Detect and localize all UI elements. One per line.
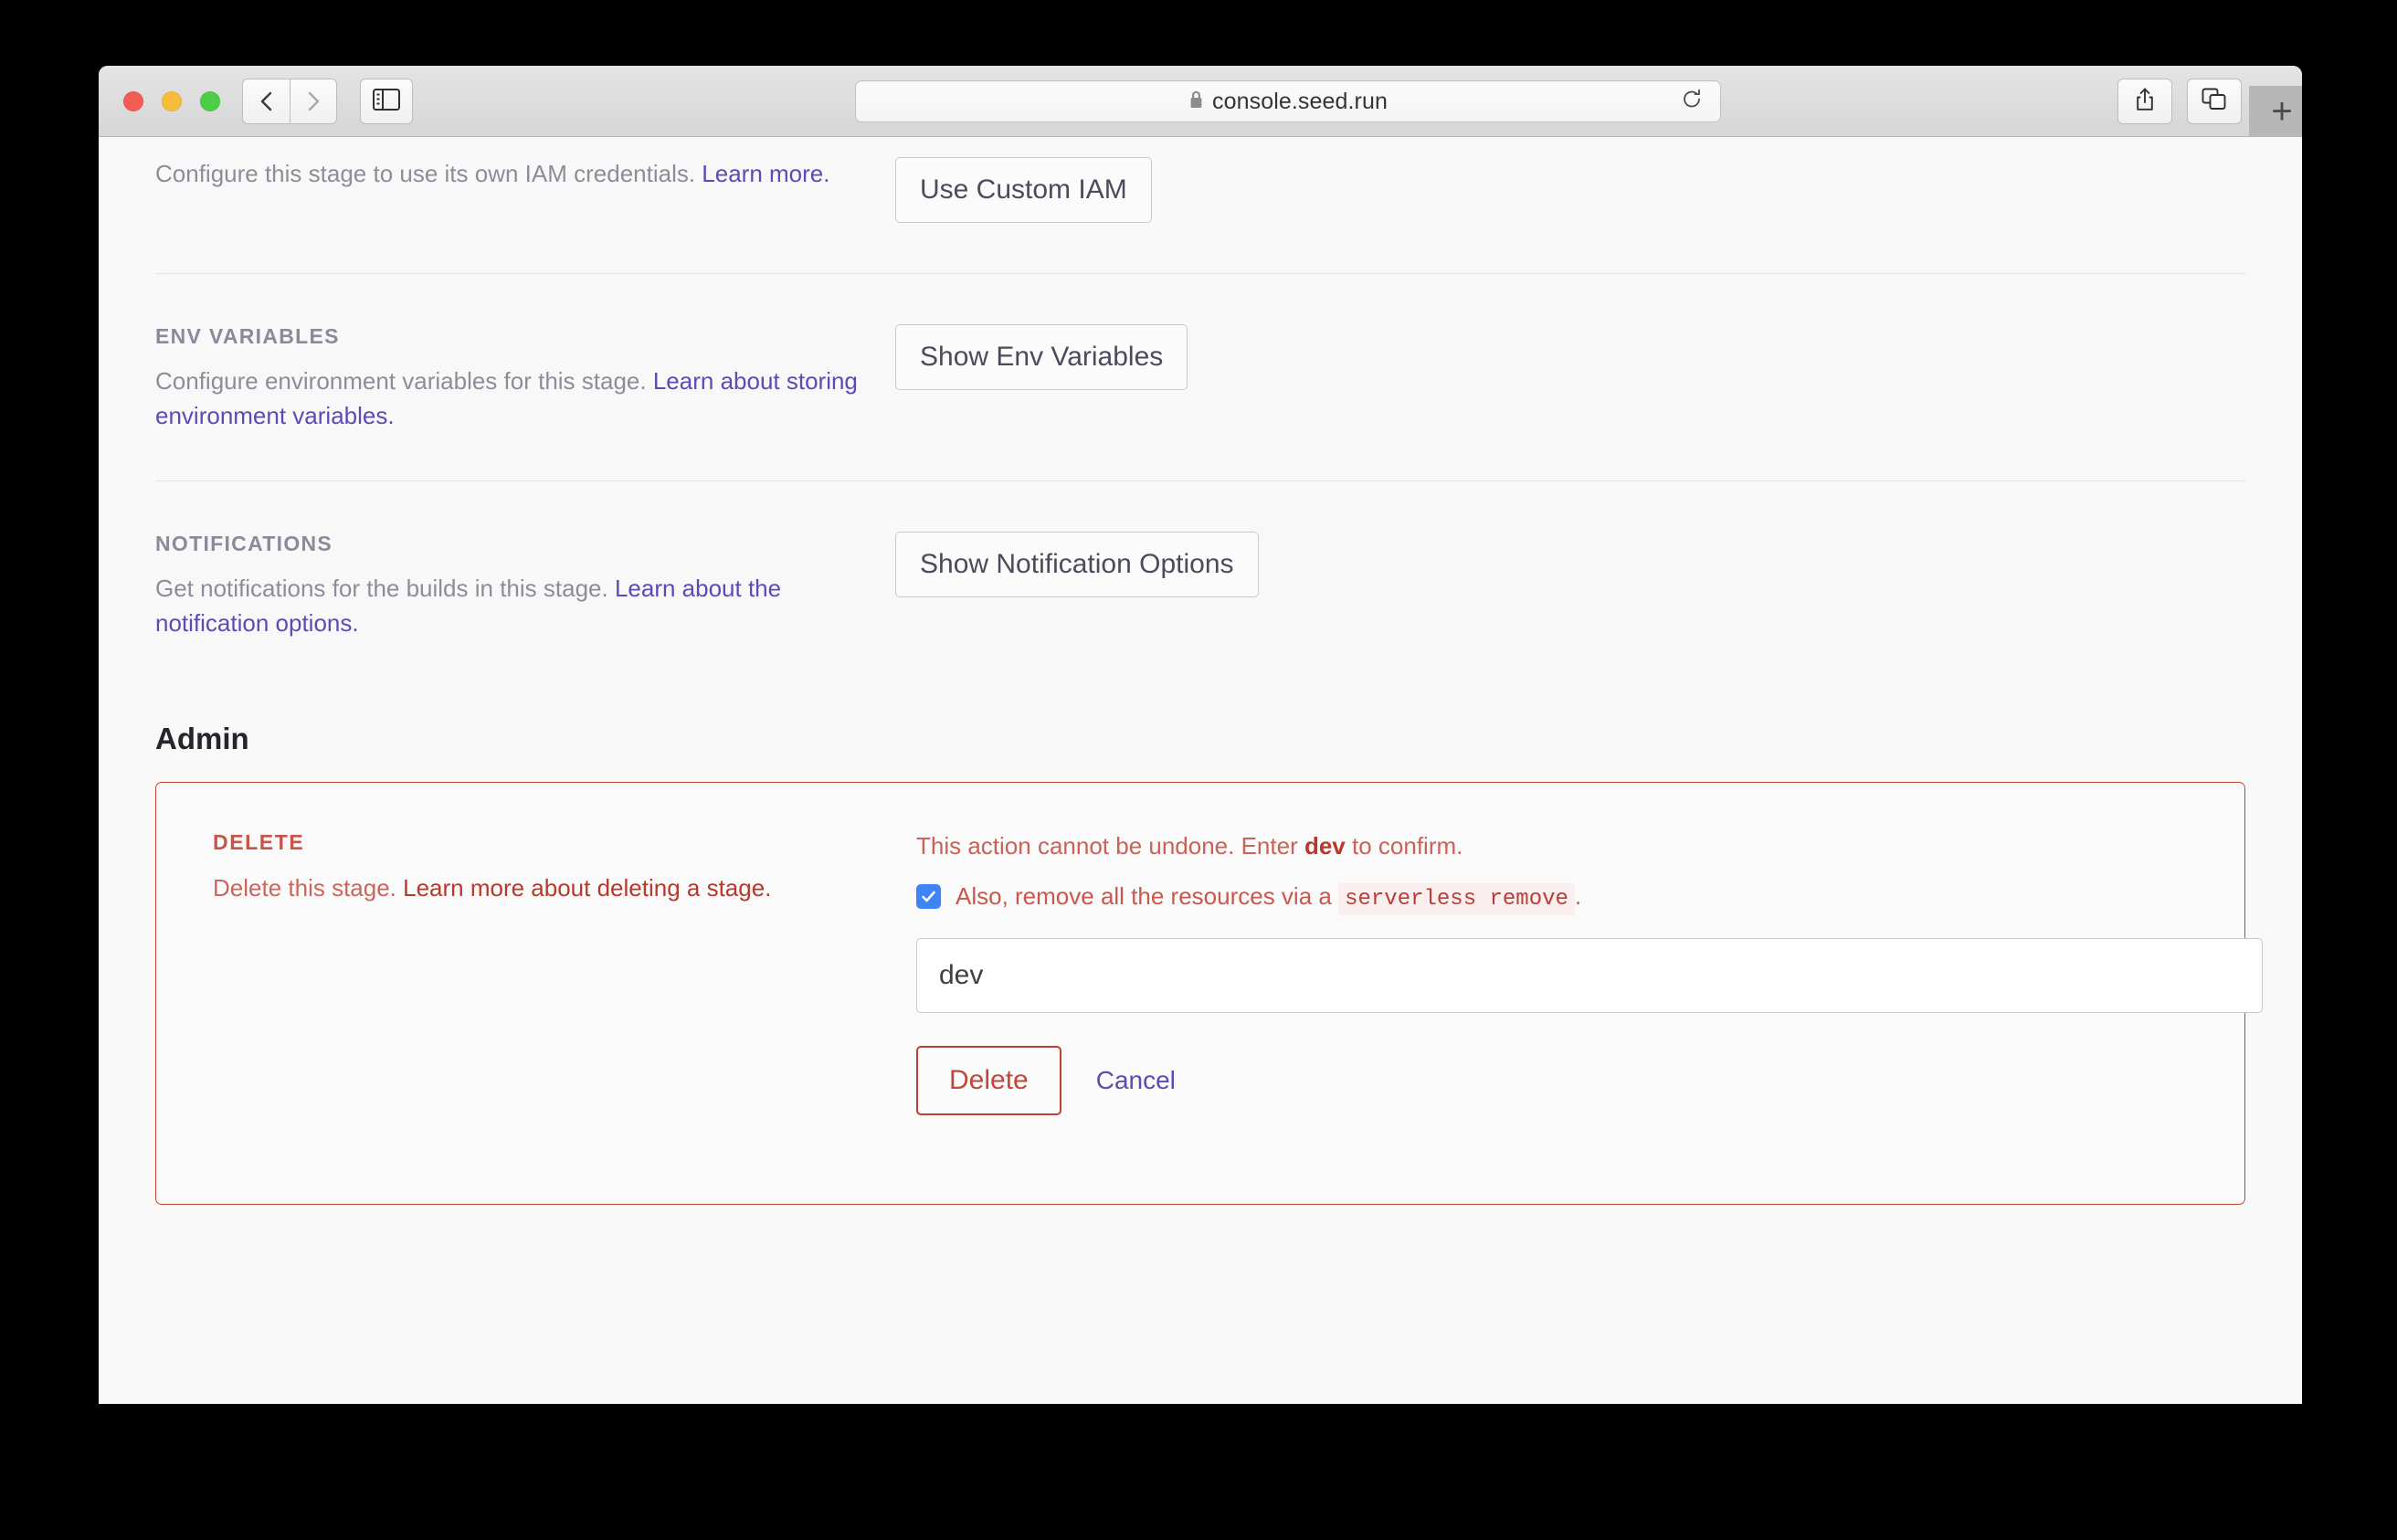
section-iam-learn-more-link[interactable]: Learn more.: [702, 160, 829, 187]
chevron-left-icon: [258, 89, 276, 114]
check-icon: [920, 888, 937, 905]
delete-confirm-message: This action cannot be undone. Enter dev …: [916, 832, 2263, 860]
section-env-text: ENV VARIABLES Configure environment vari…: [155, 324, 895, 433]
settings-page: Configure this stage to use its own IAM …: [99, 137, 2302, 1205]
share-button[interactable]: [2117, 79, 2172, 124]
delete-learn-more-link[interactable]: Learn more about deleting a stage.: [403, 874, 771, 902]
section-notifications-text: NOTIFICATIONS Get notifications for the …: [155, 532, 895, 640]
section-notifications-label: NOTIFICATIONS: [155, 532, 333, 556]
close-window-button[interactable]: [123, 91, 143, 111]
delete-confirm-input[interactable]: [916, 937, 2263, 1013]
show-notification-options-button[interactable]: Show Notification Options: [895, 532, 1259, 598]
section-iam-description: Configure this stage to use its own IAM …: [155, 157, 859, 192]
navigation-buttons: [242, 79, 337, 124]
section-env-description: Configure environment variables for this…: [155, 364, 859, 433]
lock-icon: [1188, 90, 1204, 114]
section-env-variables: ENV VARIABLES Configure environment vari…: [155, 274, 2245, 480]
section-iam-description-text: Configure this stage to use its own IAM …: [155, 160, 702, 187]
delete-stage-panel: DELETE Delete this stage. Learn more abo…: [155, 781, 2263, 1205]
window-controls: [123, 91, 220, 111]
url-text: console.seed.run: [1211, 88, 1388, 114]
section-notifications-description: Get notifications for the builds in this…: [155, 572, 859, 640]
remove-resources-row[interactable]: Also, remove all the resources via a ser…: [916, 881, 2263, 915]
remove-resources-label-suffix: .: [1574, 881, 1582, 910]
remove-resources-label-prefix: Also, remove all the resources via a: [956, 881, 1339, 910]
delete-confirm-prefix: This action cannot be undone. Enter: [916, 831, 1304, 860]
reload-icon: [1680, 88, 1704, 116]
share-icon: [2134, 87, 2156, 117]
section-env-description-text: Configure environment variables for this…: [155, 367, 653, 395]
section-env-label: ENV VARIABLES: [155, 324, 340, 348]
reload-button[interactable]: [1680, 88, 1704, 116]
delete-actions: Delete Cancel: [916, 1045, 2263, 1115]
admin-heading: Admin: [155, 721, 249, 755]
delete-confirm-suffix: to confirm.: [1345, 831, 1463, 860]
browser-toolbar: console.seed.run +: [99, 66, 2302, 137]
cancel-button[interactable]: Cancel: [1096, 1066, 1176, 1095]
tab-overview-button[interactable]: [2187, 79, 2242, 124]
address-bar[interactable]: console.seed.run: [855, 80, 1721, 122]
sidebar-toggle-button[interactable]: [360, 79, 413, 124]
toolbar-actions: [2117, 79, 2242, 124]
forward-button[interactable]: [290, 79, 337, 124]
new-tab-icon: +: [2271, 91, 2293, 132]
chevron-right-icon: [304, 89, 322, 114]
delete-description: Delete this stage. Learn more about dele…: [213, 871, 889, 906]
back-button[interactable]: [242, 79, 290, 124]
tab-overview-icon: [2202, 88, 2227, 116]
delete-confirm-stage-name: dev: [1304, 831, 1346, 860]
browser-window: console.seed.run + Configure this stage …: [99, 66, 2302, 1404]
delete-confirm-form: This action cannot be undone. Enter dev …: [916, 830, 2263, 1115]
section-iam-text: Configure this stage to use its own IAM …: [155, 157, 895, 192]
delete-label: DELETE: [213, 829, 305, 854]
section-iam: Configure this stage to use its own IAM …: [155, 137, 2245, 273]
sidebar-toggle-icon: [373, 88, 400, 115]
section-notifications-description-text: Get notifications for the builds in this…: [155, 575, 615, 603]
section-notifications: NOTIFICATIONS Get notifications for the …: [155, 481, 2245, 677]
delete-button[interactable]: Delete: [916, 1045, 1061, 1115]
use-custom-iam-button[interactable]: Use Custom IAM: [895, 157, 1152, 223]
delete-description-text: Delete this stage.: [213, 873, 404, 902]
maximize-window-button[interactable]: [200, 91, 220, 111]
minimize-window-button[interactable]: [162, 91, 182, 111]
remove-resources-label: Also, remove all the resources via a ser…: [956, 881, 1582, 915]
page-viewport: Configure this stage to use its own IAM …: [99, 137, 2302, 1404]
serverless-remove-code: serverless remove: [1338, 882, 1575, 915]
show-env-variables-button[interactable]: Show Env Variables: [895, 324, 1188, 390]
remove-resources-checkbox[interactable]: [916, 884, 941, 910]
new-tab-button[interactable]: +: [2249, 86, 2302, 137]
delete-panel-text: DELETE Delete this stage. Learn more abo…: [213, 830, 916, 906]
